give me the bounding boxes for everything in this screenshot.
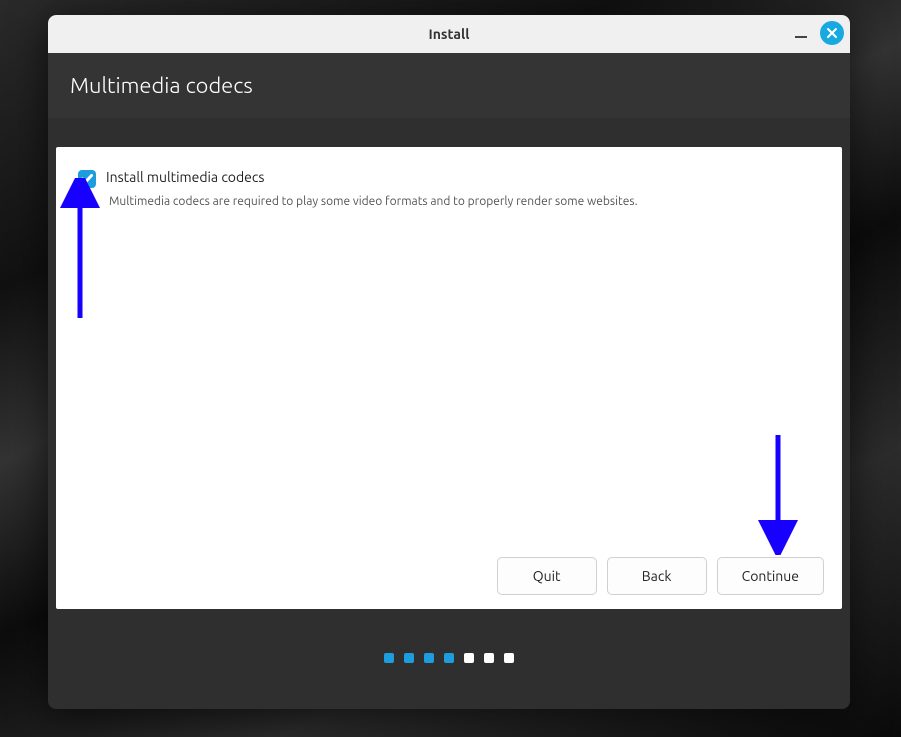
close-icon[interactable] xyxy=(820,21,844,45)
pager-dot[interactable] xyxy=(444,653,454,663)
option-label: Install multimedia codecs xyxy=(106,169,638,185)
page-title: Multimedia codecs xyxy=(70,73,253,98)
pager-dot[interactable] xyxy=(424,653,434,663)
window-titlebar: Install xyxy=(48,15,850,53)
pager-dot[interactable] xyxy=(404,653,414,663)
page-header: Multimedia codecs xyxy=(48,53,850,118)
step-pager xyxy=(48,653,850,663)
content-panel: Install multimedia codecs Multimedia cod… xyxy=(56,147,842,609)
window-controls xyxy=(792,21,844,45)
install-codecs-option: Install multimedia codecs Multimedia cod… xyxy=(78,169,820,208)
window-title: Install xyxy=(429,26,470,42)
action-buttons: Quit Back Continue xyxy=(497,557,824,595)
back-button[interactable]: Back xyxy=(607,557,707,595)
minimize-icon[interactable] xyxy=(792,23,812,43)
option-text: Install multimedia codecs Multimedia cod… xyxy=(106,169,638,208)
pager-dot[interactable] xyxy=(504,653,514,663)
pager-dot[interactable] xyxy=(384,653,394,663)
quit-button[interactable]: Quit xyxy=(497,557,597,595)
option-description: Multimedia codecs are required to play s… xyxy=(109,195,638,208)
continue-button[interactable]: Continue xyxy=(717,557,824,595)
installer-window: Install Multimedia codecs Install multim… xyxy=(48,15,850,709)
pager-dot[interactable] xyxy=(464,653,474,663)
install-codecs-checkbox[interactable] xyxy=(78,170,96,188)
pager-dot[interactable] xyxy=(484,653,494,663)
